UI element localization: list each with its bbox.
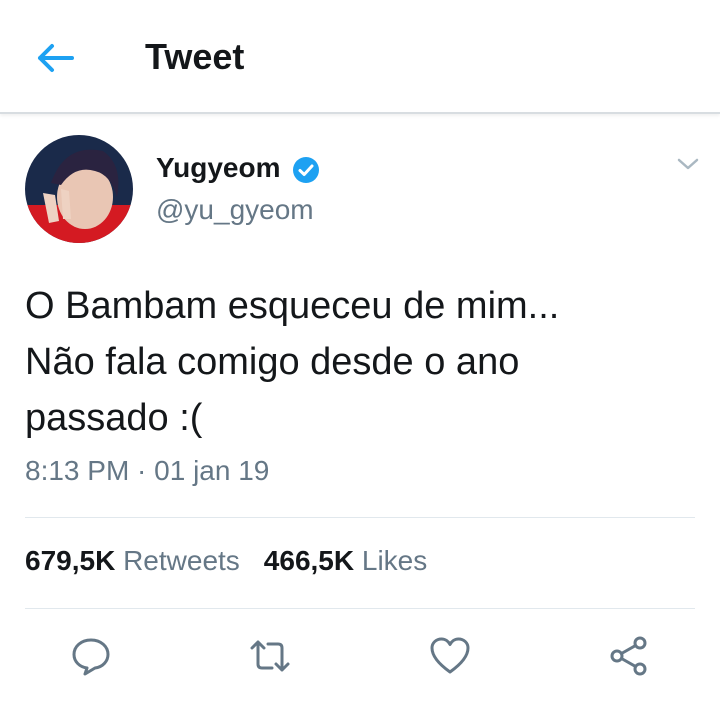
tweet-timestamp[interactable]: 8:13 PM · 01 jan 19: [25, 455, 269, 487]
author-handle[interactable]: @yu_gyeom: [156, 194, 314, 226]
page-title: Tweet: [145, 36, 245, 77]
divider: [25, 517, 695, 518]
tweet-text-line: O Bambam esqueceu de mim...: [25, 285, 560, 327]
tweet-text-line: passado :(: [25, 397, 203, 439]
retweet-button[interactable]: [248, 634, 292, 678]
avatar[interactable]: [25, 135, 133, 243]
share-button[interactable]: [608, 634, 652, 678]
like-button[interactable]: [428, 634, 472, 678]
reply-icon: [72, 638, 110, 676]
verified-badge-icon: [292, 156, 320, 184]
app-header: Tweet: [0, 0, 720, 114]
retweet-icon: [250, 640, 290, 672]
share-icon: [610, 636, 647, 676]
likes-label: Likes: [361, 545, 428, 576]
retweets-label: Retweets: [123, 545, 240, 576]
likes-count: 466,5K: [263, 545, 355, 576]
retweets-count: 679,5K: [25, 545, 116, 576]
tweet-text-line: Não fala comigo desde o ano: [25, 341, 520, 383]
likes-stat[interactable]: 466,5K Likes: [264, 545, 427, 576]
back-arrow-icon[interactable]: [34, 38, 78, 78]
reply-button[interactable]: [69, 634, 113, 678]
chevron-down-icon[interactable]: [676, 154, 700, 174]
retweets-stat[interactable]: 679,5K Retweets: [25, 545, 240, 576]
tweet-stats: 679,5K Retweets 466,5K Likes: [25, 545, 427, 577]
divider: [25, 608, 695, 609]
author-display-name[interactable]: Yugyeom: [156, 152, 280, 184]
heart-icon: [430, 637, 470, 674]
tweet-text: O Bambam esqueceu de mim... Não fala com…: [25, 278, 695, 446]
